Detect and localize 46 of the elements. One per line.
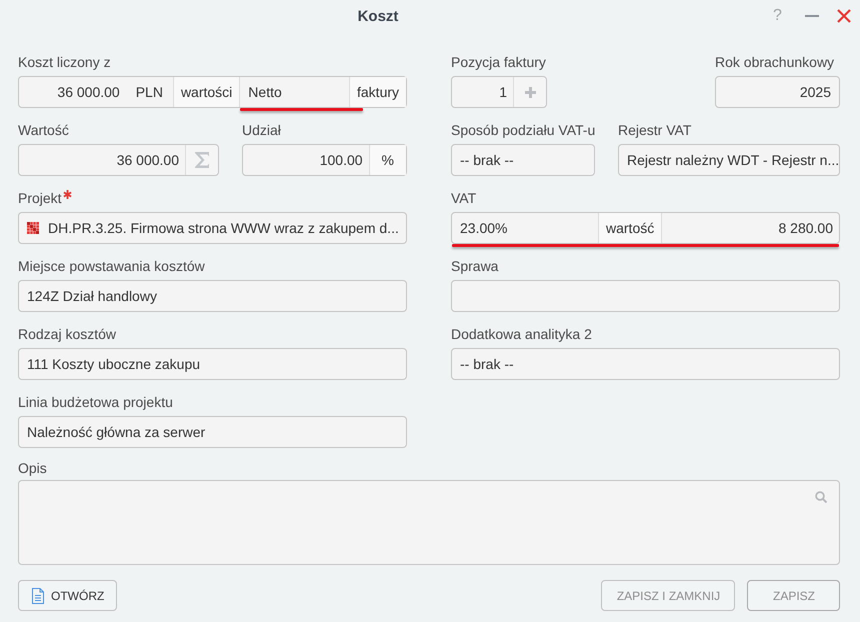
field-label: Dodatkowa analityka 2 (451, 326, 592, 342)
input-field[interactable]: 23.00% (452, 213, 598, 243)
input-field[interactable]: -- brak -- (451, 348, 840, 380)
field-label: VAT (451, 190, 476, 206)
addon-label: wartości (172, 77, 240, 107)
window-title: Koszt (356, 8, 400, 24)
field-label: Rejestr VAT (618, 122, 692, 138)
input-field[interactable]: 124Z Dział handlowy (18, 280, 407, 312)
minimize-icon[interactable] (804, 15, 819, 17)
input-field[interactable]: 111 Koszty uboczne zakupu (18, 348, 407, 380)
field-label: Opis (18, 460, 47, 476)
add-button[interactable] (513, 77, 546, 107)
addon-label: wartość (598, 213, 662, 243)
input-field[interactable]: 2025 (715, 76, 840, 108)
input-field[interactable]: 1 (452, 77, 513, 107)
input-field[interactable]: Rejestr należny WDT - Rejestr n... (618, 144, 840, 176)
field-label: Miejsce powstawania kosztów (18, 258, 205, 274)
addon-label: faktury (349, 77, 406, 107)
field-label: Linia budżetowa projektu (18, 394, 173, 410)
field-label: Sposób podziału VAT-u (451, 122, 596, 138)
field-label: Sprawa (451, 258, 498, 274)
input-field[interactable]: Należność główna za serwer (18, 416, 407, 448)
input-field[interactable]: 8 280.00 (661, 213, 839, 243)
field-label: Projekt (18, 190, 62, 206)
field-label: Udział (242, 122, 281, 138)
field-label: Pozycja faktury (451, 54, 546, 70)
close-icon[interactable] (836, 9, 851, 23)
sigma-icon (195, 152, 209, 168)
input-field[interactable] (451, 280, 840, 312)
input-field[interactable]: -- brak -- (451, 144, 595, 176)
unit-label: PLN (134, 83, 164, 102)
field-label: Wartość (18, 122, 69, 138)
open-button[interactable]: OTWÓRZ (18, 580, 118, 611)
field-label: Koszt liczony z (18, 54, 111, 70)
input-field[interactable]: 36 000.00 (19, 145, 185, 175)
search-icon[interactable] (815, 491, 827, 503)
field-label: Rok obrachunkowy (715, 54, 834, 70)
document-icon (32, 588, 44, 604)
text-area[interactable] (18, 480, 840, 565)
sum-button[interactable] (185, 145, 218, 175)
field-label: Rodzaj kosztów (18, 326, 116, 342)
plus-icon (524, 86, 536, 98)
input-field[interactable]: DH.PR.3.25. Firmowa strona WWW wraz z zakupem d... (39, 213, 406, 243)
addon-label: % (368, 145, 406, 175)
input-field[interactable]: 100.00 (243, 145, 369, 175)
input-field[interactable]: 36 000.00 (19, 77, 126, 107)
